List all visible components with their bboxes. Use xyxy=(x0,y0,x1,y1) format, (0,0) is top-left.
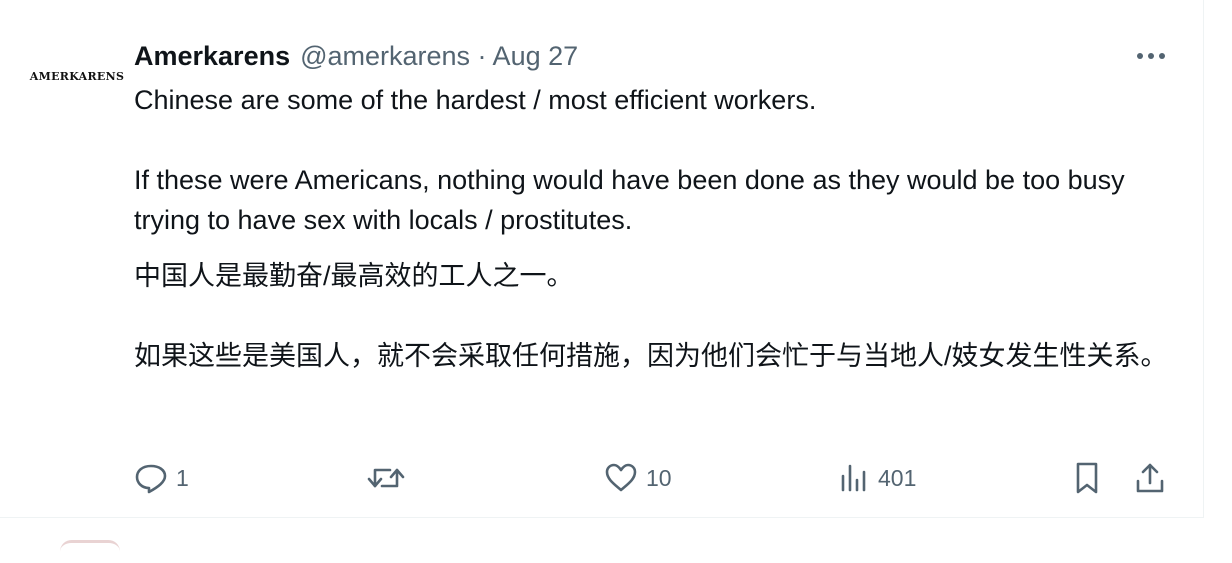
more-dots-icon xyxy=(1137,53,1165,59)
chinese-paragraph-2: 如果这些是美国人，就不会采取任何措施，因为他们会忙于与当地人/妓女发生性关系。 xyxy=(134,341,1168,371)
tweet-actions: 1 10 401 xyxy=(0,458,1204,498)
heart-icon xyxy=(605,463,637,492)
reply-count: 1 xyxy=(176,464,189,491)
avatar-logo-text: AMERKARENS xyxy=(29,69,125,83)
english-paragraph-1: Chinese are some of the hardest / most e… xyxy=(134,85,817,115)
like-button[interactable]: 10 xyxy=(604,458,672,498)
tweet-header: Amerkarens @amerkarens · Aug 27 xyxy=(134,38,578,74)
bookmark-icon xyxy=(1076,462,1098,494)
chinese-paragraph-1: 中国人是最勤奋/最高效的工人之一。 xyxy=(134,261,574,291)
avatar[interactable]: AMERKARENS xyxy=(30,38,124,114)
views-chart-icon xyxy=(841,464,866,492)
reply-button[interactable]: 1 xyxy=(134,458,189,498)
tweet-text: Chinese are some of the hardest / most e… xyxy=(134,80,1184,376)
tweet-card[interactable]: AMERKARENS Amerkarens @amerkarens · Aug … xyxy=(0,0,1204,518)
retweet-button[interactable] xyxy=(366,458,414,498)
bookmark-button[interactable] xyxy=(1072,458,1102,498)
views-button[interactable]: 401 xyxy=(838,458,916,498)
like-count: 10 xyxy=(646,464,672,491)
more-options-button[interactable] xyxy=(1134,42,1168,70)
display-name[interactable]: Amerkarens xyxy=(134,41,290,72)
views-count: 401 xyxy=(878,464,917,491)
retweet-icon xyxy=(367,468,405,488)
next-tweet-avatar-edge xyxy=(60,540,120,563)
handle-and-date[interactable]: @amerkarens · Aug 27 xyxy=(300,41,578,72)
share-button[interactable] xyxy=(1134,458,1166,498)
english-paragraph-2: If these were Americans, nothing would h… xyxy=(134,165,1125,235)
reply-icon xyxy=(135,464,167,494)
share-icon xyxy=(1136,463,1164,493)
